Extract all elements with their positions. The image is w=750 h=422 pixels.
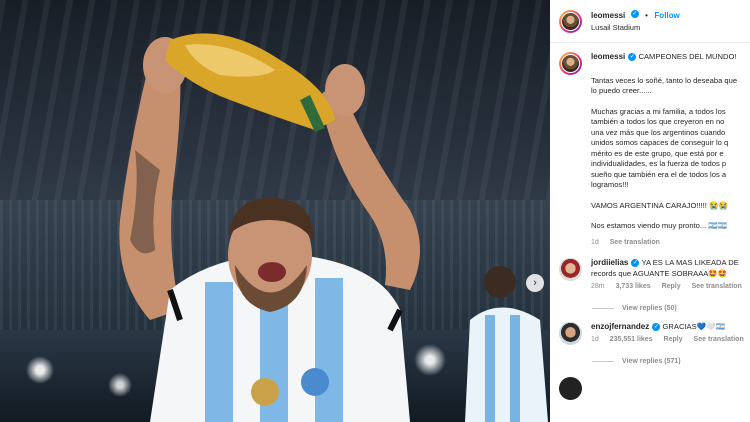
comment-likes[interactable]: 235,551 likes [610, 336, 653, 343]
post-location[interactable]: Lusail Stadium [591, 22, 680, 34]
comment-username[interactable]: jordiielias [591, 258, 628, 267]
reply-button[interactable]: Reply [664, 336, 683, 343]
reply-button[interactable]: Reply [662, 283, 681, 290]
verified-badge-icon: ✓ [631, 259, 640, 267]
post-username[interactable]: leomessi [591, 11, 625, 20]
view-replies-button[interactable]: View replies (50) [550, 293, 750, 312]
view-replies-button[interactable]: View replies (571) [550, 346, 750, 365]
caption-line: lo puedo creer...... [591, 86, 652, 95]
comment-meta: 28m 3,733 likes Reply See translation [591, 282, 750, 293]
caption-line: Muchas gracias a mi familia, a todos los [591, 106, 726, 116]
comment-item-partial [550, 365, 750, 400]
caption-time[interactable]: 1d [591, 239, 599, 246]
caption-line: también a todos los que creyeron en no [591, 117, 725, 126]
caption-meta: 1d See translation [591, 238, 737, 249]
caption-username[interactable]: leomessi [591, 52, 625, 61]
comment-time[interactable]: 1d [591, 336, 599, 343]
comment-text-continued: records que AGUANTE SOBRAAA🤩🤩 [591, 268, 728, 278]
avatar[interactable] [559, 52, 582, 75]
avatar[interactable] [559, 376, 582, 400]
comment-item: jordiielias ✓ YA ES LA MAS LIKEADA DE re… [550, 248, 750, 293]
caption-line: Nos estamos viendo muy pronto... 🇦🇷🇦🇷 [591, 221, 728, 230]
next-image-button[interactable]: › [526, 274, 544, 292]
post-side-panel: leomessi ✓ • Follow Lusail Stadium leome… [550, 0, 750, 422]
see-translation-button[interactable]: See translation [692, 283, 742, 290]
player-with-trophy [119, 33, 420, 422]
caption-line: VAMOS ARGENTINA CARAJO!!!!! 😭😭 [591, 200, 728, 210]
caption-line: mérito es de este grupo, que está por e [591, 148, 724, 158]
comment-item: enzojfernandez ✓ GRACIAS💙🤍🇦🇷 1d 235,551 … [550, 312, 750, 346]
comment-username[interactable]: enzojfernandez [591, 322, 649, 331]
caption-line: logramos!!! [591, 180, 629, 189]
separator-dot: • [645, 11, 648, 20]
replies-divider [592, 360, 614, 362]
caption-line: Tantas veces lo soñé, tanto lo deseaba q… [591, 75, 738, 85]
comment-text: GRACIAS💙🤍🇦🇷 [662, 321, 726, 331]
caption-line: una vez más que los argentinos cuando [591, 127, 726, 137]
see-translation-button[interactable]: See translation [610, 239, 660, 246]
verified-badge-icon: ✓ [630, 9, 639, 18]
post-photo[interactable]: › [0, 0, 550, 422]
post-header: leomessi ✓ • Follow Lusail Stadium [550, 0, 750, 43]
comment-meta: 1d 235,551 likes Reply See translation [591, 335, 750, 346]
avatar[interactable] [559, 258, 582, 281]
verified-badge-icon: ✓ [652, 322, 661, 331]
view-replies-label: View replies (50) [622, 304, 677, 312]
comment-likes[interactable]: 3,733 likes [616, 283, 651, 290]
replies-divider [592, 307, 614, 309]
chevron-right-icon: › [533, 277, 537, 289]
comment-time[interactable]: 28m [591, 283, 605, 290]
caption-line: sueño que también era el de todos los a [591, 169, 727, 179]
caption-line: individualidades, es la fuerza de todos … [591, 159, 727, 168]
follow-button[interactable]: Follow [654, 11, 679, 20]
caption-line: unidos somos capaces de conseguir lo q [591, 138, 729, 147]
comment-text: YA ES LA MAS LIKEADA DE [641, 258, 739, 267]
avatar[interactable] [559, 321, 582, 345]
see-translation-button[interactable]: See translation [694, 336, 744, 343]
avatar[interactable] [559, 9, 582, 33]
view-replies-label: View replies (571) [622, 357, 681, 365]
verified-badge-icon: ✓ [628, 53, 637, 61]
caption-title: CAMPEONES DEL MUNDO! [638, 52, 737, 61]
post-caption: leomessi ✓ CAMPEONES DEL MUNDO! Tantas v… [550, 43, 750, 248]
